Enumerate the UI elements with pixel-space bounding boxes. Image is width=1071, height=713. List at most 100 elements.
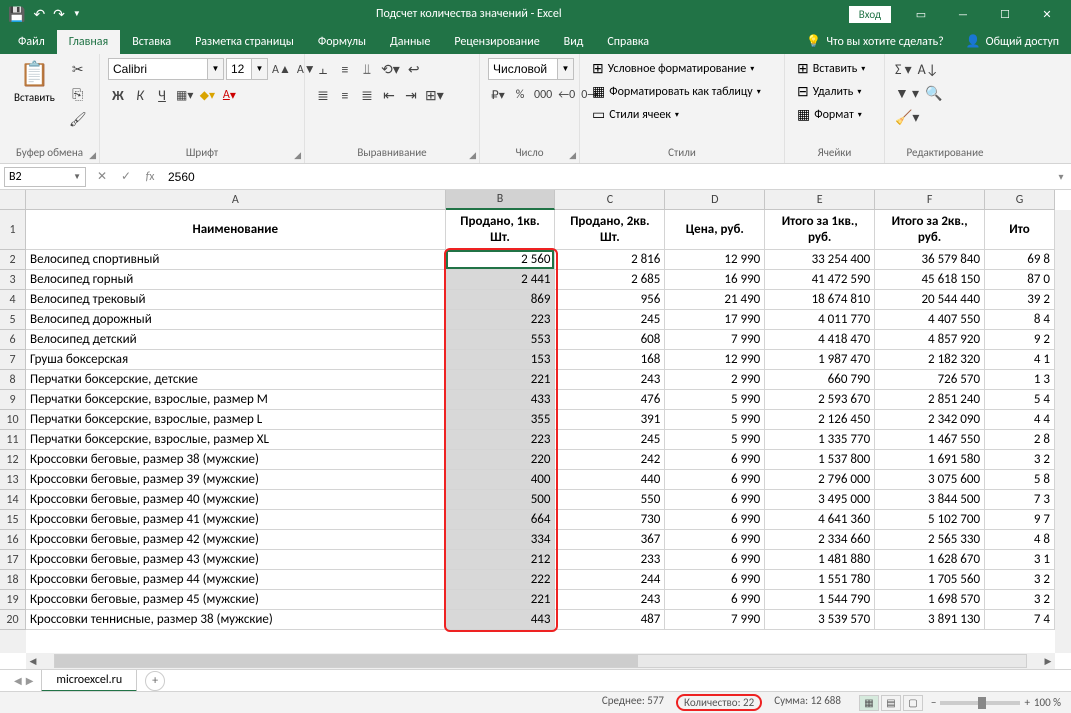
cell[interactable]: 869 <box>446 290 556 310</box>
page-break-icon[interactable]: ▢ <box>903 695 923 711</box>
header-cell[interactable]: Продано, 1кв. Шт. <box>446 210 556 250</box>
cell[interactable]: 355 <box>446 410 556 430</box>
cell[interactable]: 2 816 <box>555 250 665 270</box>
cell[interactable]: 2 334 660 <box>765 530 875 550</box>
cell[interactable]: 6 990 <box>665 450 765 470</box>
align-center-icon[interactable]: ≡ <box>335 84 355 106</box>
enter-formula-icon[interactable]: ✓ <box>114 167 138 187</box>
row-header-12[interactable]: 12 <box>0 450 26 470</box>
cell[interactable]: Перчатки боксерские, детские <box>26 370 446 390</box>
align-top-icon[interactable]: ⫠ <box>313 58 333 80</box>
insert-cells-button[interactable]: ⊞Вставить▾ <box>793 58 869 79</box>
cell[interactable]: 4 011 770 <box>765 310 875 330</box>
cell[interactable]: 244 <box>555 570 665 590</box>
cell[interactable]: 3 539 570 <box>765 610 875 630</box>
cell[interactable]: Кроссовки беговые, размер 40 (мужские) <box>26 490 446 510</box>
cell[interactable]: 16 990 <box>665 270 765 290</box>
increase-font-icon[interactable]: A▲ <box>270 58 293 80</box>
cell[interactable]: 9 7 <box>985 510 1055 530</box>
cell[interactable]: 4 641 360 <box>765 510 875 530</box>
find-icon[interactable]: 🔍 <box>923 82 944 104</box>
row-header-7[interactable]: 7 <box>0 350 26 370</box>
cell[interactable]: 2 851 240 <box>875 390 985 410</box>
column-header-F[interactable]: F <box>875 190 985 210</box>
row-header-10[interactable]: 10 <box>0 410 26 430</box>
cell[interactable]: 3 075 600 <box>875 470 985 490</box>
select-all-corner[interactable] <box>0 190 26 210</box>
chevron-down-icon[interactable]: ▼ <box>558 58 574 80</box>
cell[interactable]: 6 990 <box>665 470 765 490</box>
row-header-2[interactable]: 2 <box>0 250 26 270</box>
column-header-E[interactable]: E <box>765 190 875 210</box>
cell[interactable]: 443 <box>446 610 556 630</box>
cell[interactable]: 3 891 130 <box>875 610 985 630</box>
cell[interactable]: 223 <box>446 310 556 330</box>
column-header-G[interactable]: G <box>985 190 1055 210</box>
horizontal-scrollbar[interactable]: ◀ ▶ <box>26 653 1055 669</box>
cell[interactable]: 5 8 <box>985 470 1055 490</box>
cell[interactable]: 400 <box>446 470 556 490</box>
copy-icon[interactable]: ⎘ <box>67 83 89 105</box>
cell[interactable]: 2 126 450 <box>765 410 875 430</box>
cell[interactable]: 553 <box>446 330 556 350</box>
cell[interactable]: 726 570 <box>875 370 985 390</box>
cell[interactable]: 243 <box>555 370 665 390</box>
cell[interactable]: 18 674 810 <box>765 290 875 310</box>
share-button[interactable]: 👤 Общий доступ <box>954 29 1071 54</box>
cell[interactable]: 1 481 880 <box>765 550 875 570</box>
underline-icon[interactable]: Ч <box>152 84 172 106</box>
cell[interactable]: 730 <box>555 510 665 530</box>
cell[interactable]: 4 8 <box>985 530 1055 550</box>
cell[interactable]: 221 <box>446 370 556 390</box>
cell[interactable]: 4 407 550 <box>875 310 985 330</box>
row-header-18[interactable]: 18 <box>0 570 26 590</box>
fill-color-icon[interactable]: ◆▾ <box>197 84 217 106</box>
row-header-6[interactable]: 6 <box>0 330 26 350</box>
wrap-text-icon[interactable]: ↩ <box>404 58 424 80</box>
row-header-9[interactable]: 9 <box>0 390 26 410</box>
cell[interactable]: 608 <box>555 330 665 350</box>
cell[interactable]: 440 <box>555 470 665 490</box>
cell[interactable]: 433 <box>446 390 556 410</box>
header-cell[interactable]: Ито <box>985 210 1055 250</box>
font-name-input[interactable] <box>108 58 208 80</box>
chevron-down-icon[interactable]: ▼ <box>73 172 81 182</box>
tab-формулы[interactable]: Формулы <box>306 30 378 54</box>
cell[interactable]: 664 <box>446 510 556 530</box>
cell[interactable]: 1 335 770 <box>765 430 875 450</box>
cell[interactable]: 2 560 <box>446 250 556 270</box>
paste-button[interactable]: 📋 Вставить <box>8 58 61 106</box>
column-header-A[interactable]: A <box>26 190 446 210</box>
increase-indent-icon[interactable]: ⇥ <box>401 84 421 106</box>
align-left-icon[interactable]: ≣ <box>313 84 333 106</box>
cell[interactable]: 21 490 <box>665 290 765 310</box>
cell[interactable]: Велосипед дорожный <box>26 310 446 330</box>
currency-icon[interactable]: ₽▾ <box>488 84 508 106</box>
tab-разметка страницы[interactable]: Разметка страницы <box>183 30 306 54</box>
cells-area[interactable]: НаименованиеПродано, 1кв. Шт.Продано, 2к… <box>26 210 1055 653</box>
format-painter-icon[interactable]: 🖌 <box>67 108 89 130</box>
expand-formula-icon[interactable]: ▾ <box>1051 170 1071 183</box>
align-bottom-icon[interactable]: ⫫ <box>357 58 377 80</box>
cell[interactable]: 153 <box>446 350 556 370</box>
cell[interactable]: 5 990 <box>665 430 765 450</box>
cell[interactable]: 39 2 <box>985 290 1055 310</box>
cell[interactable]: 3 1 <box>985 550 1055 570</box>
cell[interactable]: 223 <box>446 430 556 450</box>
cell[interactable]: 3 2 <box>985 450 1055 470</box>
cell[interactable]: 7 990 <box>665 610 765 630</box>
name-box[interactable]: B2 ▼ <box>4 167 86 187</box>
border-icon[interactable]: ▦▾ <box>174 84 195 106</box>
italic-icon[interactable]: К <box>130 84 150 106</box>
cell[interactable]: 2 593 670 <box>765 390 875 410</box>
cell[interactable]: 334 <box>446 530 556 550</box>
cell[interactable]: 242 <box>555 450 665 470</box>
number-launcher-icon[interactable]: ◢ <box>569 150 576 161</box>
tab-вид[interactable]: Вид <box>552 30 596 54</box>
vertical-scrollbar[interactable] <box>1055 210 1071 653</box>
qat-dropdown-icon[interactable]: ▼ <box>73 9 81 19</box>
cell[interactable]: 5 4 <box>985 390 1055 410</box>
cell[interactable]: 4 1 <box>985 350 1055 370</box>
autosum-icon[interactable]: Σ ▾ <box>893 58 914 80</box>
alignment-launcher-icon[interactable]: ◢ <box>469 150 476 161</box>
